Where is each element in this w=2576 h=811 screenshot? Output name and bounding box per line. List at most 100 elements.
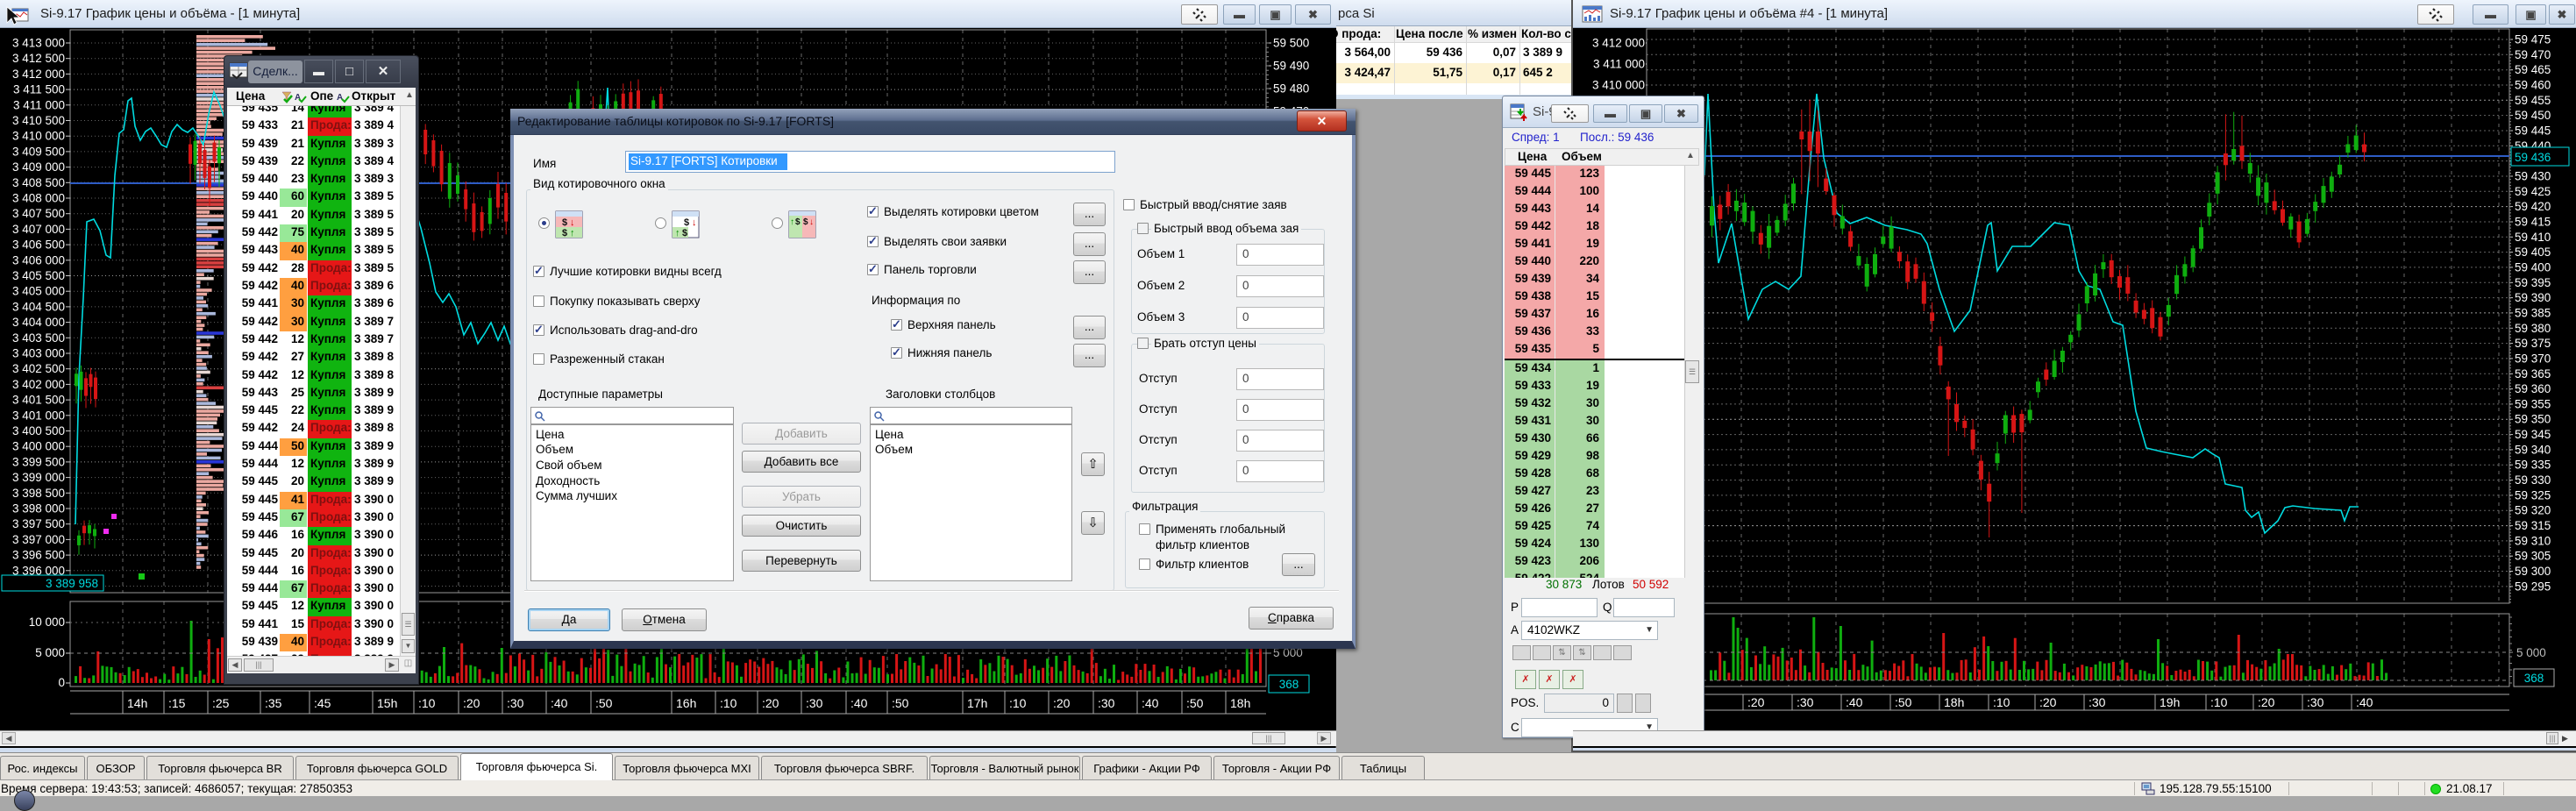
svg-text:59 425: 59 425 xyxy=(2515,185,2551,198)
svg-text:3 408 500: 3 408 500 xyxy=(12,176,65,189)
svg-text::10: :10 xyxy=(1009,696,1027,710)
svg-text::50: :50 xyxy=(892,696,909,710)
svg-text:3 401 000: 3 401 000 xyxy=(12,409,65,422)
svg-text:59 405: 59 405 xyxy=(2515,245,2551,259)
svg-text:59 455: 59 455 xyxy=(2515,94,2551,107)
svg-text:59 460: 59 460 xyxy=(2515,79,2551,92)
svg-text:3 398 000: 3 398 000 xyxy=(12,502,65,516)
svg-text:15h: 15h xyxy=(377,696,397,710)
svg-text:10 000: 10 000 xyxy=(29,615,65,629)
svg-text:↑: ↑ xyxy=(570,228,575,238)
svg-text::20: :20 xyxy=(1053,696,1071,710)
svg-text:59 500: 59 500 xyxy=(1273,37,1309,50)
svg-text:3 409 500: 3 409 500 xyxy=(12,145,65,158)
svg-text:16h: 16h xyxy=(676,696,696,710)
svg-text:3 397 500: 3 397 500 xyxy=(12,517,65,530)
svg-text:59 325: 59 325 xyxy=(2515,488,2551,502)
svg-text::20: :20 xyxy=(2258,695,2275,709)
svg-text:59 490: 59 490 xyxy=(1273,60,1309,73)
svg-text:3 411 500: 3 411 500 xyxy=(13,83,65,96)
svg-text::50: :50 xyxy=(1895,695,1912,709)
svg-text:3 410 000: 3 410 000 xyxy=(12,130,65,143)
svg-text::30: :30 xyxy=(1797,695,1814,709)
svg-text:59 480: 59 480 xyxy=(1273,82,1309,96)
svg-text:0: 0 xyxy=(58,676,65,689)
svg-text:59 375: 59 375 xyxy=(2515,337,2551,350)
svg-text:19h: 19h xyxy=(2160,695,2180,709)
svg-text:3 405 000: 3 405 000 xyxy=(12,285,65,298)
svg-text::20: :20 xyxy=(463,696,480,710)
svg-text:A: A xyxy=(337,93,343,103)
svg-text:3 410 000: 3 410 000 xyxy=(1592,79,1645,92)
svg-text:59 335: 59 335 xyxy=(2515,459,2551,472)
svg-text:59 300: 59 300 xyxy=(2515,565,2551,578)
svg-text:59 340: 59 340 xyxy=(2515,443,2551,456)
svg-text:14h: 14h xyxy=(127,696,147,710)
svg-text::30: :30 xyxy=(2089,695,2106,709)
svg-text::20: :20 xyxy=(762,696,779,710)
svg-text:↑: ↑ xyxy=(675,228,680,238)
svg-text:59 415: 59 415 xyxy=(2515,216,2551,229)
svg-text:3 408 000: 3 408 000 xyxy=(12,192,65,205)
svg-text:3 412 500: 3 412 500 xyxy=(12,52,65,65)
svg-text:3 411 000: 3 411 000 xyxy=(13,98,65,111)
svg-text:3 396 500: 3 396 500 xyxy=(12,549,65,562)
svg-text::20: :20 xyxy=(1747,695,1765,709)
svg-text::45: :45 xyxy=(314,696,331,710)
svg-text:$: $ xyxy=(803,217,808,227)
svg-text:3 399 000: 3 399 000 xyxy=(12,471,65,484)
svg-text:59 350: 59 350 xyxy=(2515,413,2551,426)
svg-text:3 402 500: 3 402 500 xyxy=(12,362,65,375)
svg-text:59 436: 59 436 xyxy=(2515,151,2551,164)
svg-text:59 305: 59 305 xyxy=(2515,550,2551,563)
svg-text:59 430: 59 430 xyxy=(2515,170,2551,183)
svg-text:59 295: 59 295 xyxy=(2515,580,2551,593)
svg-text:59 370: 59 370 xyxy=(2515,352,2551,365)
svg-text:3 410 500: 3 410 500 xyxy=(12,114,65,127)
svg-text:$: $ xyxy=(795,217,801,227)
svg-text:5 000: 5 000 xyxy=(2516,646,2546,659)
svg-text:3 412 000: 3 412 000 xyxy=(1592,37,1645,50)
svg-text:59 420: 59 420 xyxy=(2515,200,2551,213)
svg-text::40: :40 xyxy=(850,696,868,710)
svg-text::15: :15 xyxy=(168,696,186,710)
svg-text:3 400 000: 3 400 000 xyxy=(12,440,65,453)
svg-text::10: :10 xyxy=(418,696,436,710)
svg-text:$: $ xyxy=(562,228,567,238)
svg-text::10: :10 xyxy=(720,696,737,710)
svg-text:59 365: 59 365 xyxy=(2515,367,2551,381)
svg-text:59 310: 59 310 xyxy=(2515,534,2551,547)
svg-text:59 400: 59 400 xyxy=(2515,260,2551,274)
svg-text::40: :40 xyxy=(1846,695,1863,709)
svg-text:3 400 500: 3 400 500 xyxy=(12,424,65,438)
svg-text:3 405 500: 3 405 500 xyxy=(12,269,65,282)
svg-text:$: $ xyxy=(684,217,689,228)
svg-text:59 315: 59 315 xyxy=(2515,519,2551,532)
svg-text:59 380: 59 380 xyxy=(2515,322,2551,335)
svg-text::40: :40 xyxy=(551,696,568,710)
svg-text:3 401 500: 3 401 500 xyxy=(12,394,65,407)
svg-text:17h: 17h xyxy=(967,696,987,710)
svg-text::10: :10 xyxy=(1993,695,2010,709)
svg-text:59 385: 59 385 xyxy=(2515,306,2551,319)
svg-text:$: $ xyxy=(682,228,687,238)
svg-text::30: :30 xyxy=(1098,696,1115,710)
svg-text:59 445: 59 445 xyxy=(2515,124,2551,138)
svg-text::25: :25 xyxy=(212,696,230,710)
svg-text:3 406 000: 3 406 000 xyxy=(12,253,65,267)
svg-text:18h: 18h xyxy=(1944,695,1964,709)
svg-text:↑: ↑ xyxy=(790,217,794,227)
svg-text:3 403 000: 3 403 000 xyxy=(12,347,65,360)
svg-text::10: :10 xyxy=(2210,695,2228,709)
svg-text::30: :30 xyxy=(507,696,524,710)
svg-text:59 320: 59 320 xyxy=(2515,504,2551,517)
svg-text::20: :20 xyxy=(2039,695,2057,709)
svg-text:59 355: 59 355 xyxy=(2515,397,2551,410)
svg-text:59 395: 59 395 xyxy=(2515,276,2551,289)
svg-text:59 410: 59 410 xyxy=(2515,231,2551,244)
svg-text:↓: ↓ xyxy=(692,217,697,228)
svg-text:↓: ↓ xyxy=(809,217,814,227)
svg-text:59 330: 59 330 xyxy=(2515,473,2551,487)
svg-text:3 407 000: 3 407 000 xyxy=(12,223,65,236)
svg-text:59 470: 59 470 xyxy=(2515,48,2551,61)
